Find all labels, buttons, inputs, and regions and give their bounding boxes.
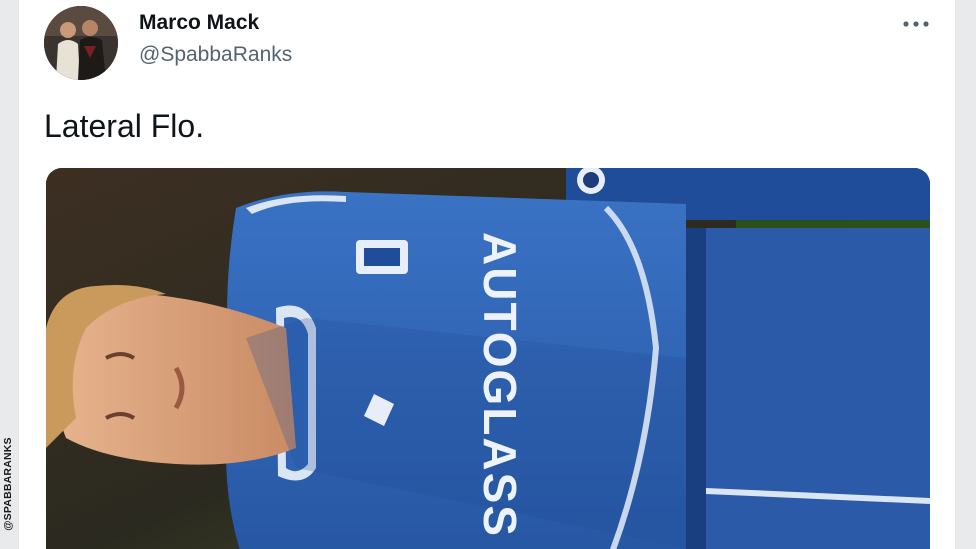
avatar-image xyxy=(44,6,118,80)
author-handle[interactable]: @SpabbaRanks xyxy=(139,43,292,67)
tweet-text: Lateral Flo. xyxy=(44,108,205,144)
more-options-button[interactable] xyxy=(899,9,933,39)
author-name[interactable]: Marco Mack xyxy=(139,11,259,35)
shirt-sponsor-text: AUTOGLASS xyxy=(474,232,526,538)
tweet-photo[interactable]: AUTOGLASS xyxy=(46,168,930,549)
author-avatar[interactable] xyxy=(44,6,118,80)
watermark-text: @SPABBARANKS xyxy=(2,437,15,531)
photo-footballer-sideways: AUTOGLASS xyxy=(46,168,930,549)
tweet-card: Marco Mack @SpabbaRanks Lateral Flo. AUT… xyxy=(18,0,956,549)
more-horizontal-icon xyxy=(903,21,929,27)
svg-text:AUTOGLASS: AUTOGLASS xyxy=(474,232,526,538)
watermark: @SPABBARANKS xyxy=(0,423,16,545)
